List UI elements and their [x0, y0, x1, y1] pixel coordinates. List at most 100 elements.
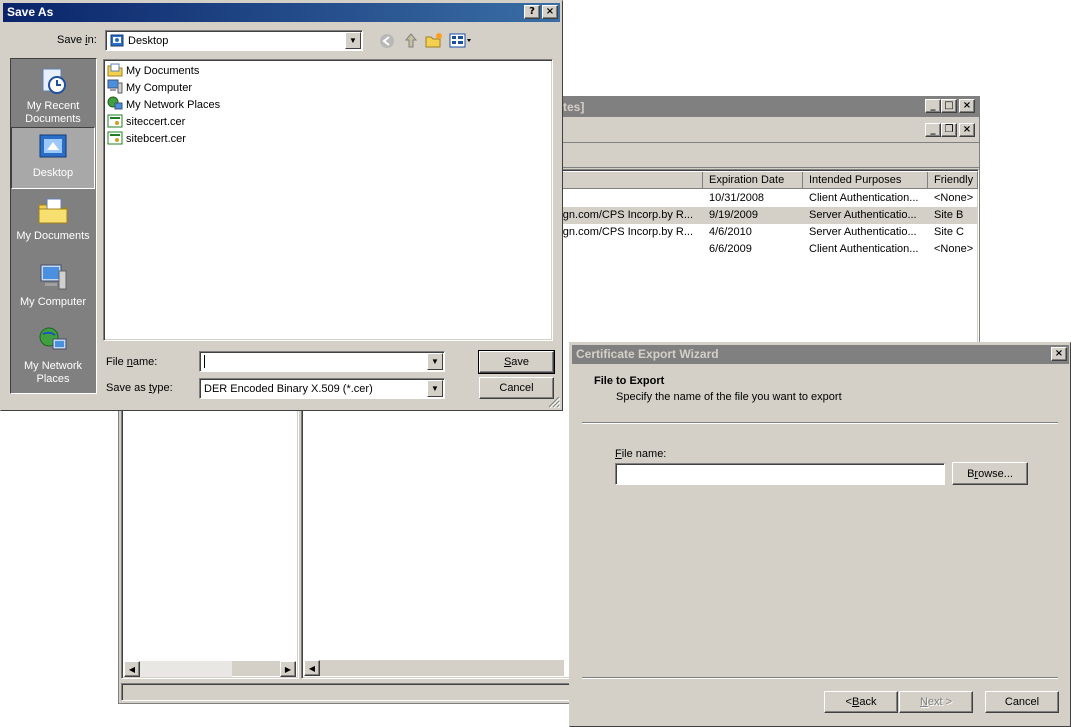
view-menu-icon[interactable]	[449, 32, 473, 49]
save-in-label: Save in:	[57, 34, 97, 46]
up-folder-icon[interactable]	[403, 32, 419, 49]
computer-icon	[107, 79, 123, 97]
wizard-close-button[interactable]: ×	[1051, 347, 1067, 361]
list-item[interactable]: siteccert.cer	[107, 114, 185, 130]
friendly-name-cell: Site C	[934, 226, 964, 238]
recent-documents-icon	[37, 65, 69, 97]
save-button[interactable]: Save	[478, 350, 555, 374]
file-name-combo[interactable]: ▼	[199, 351, 445, 372]
expiration-cell: 4/6/2010	[709, 226, 752, 238]
list-scroll-left-button[interactable]: ◀	[304, 660, 320, 676]
wizard-cancel-button[interactable]: Cancel	[985, 691, 1059, 713]
console-maximize-button[interactable]: □	[941, 99, 957, 113]
chevron-down-icon[interactable]: ▼	[345, 32, 361, 49]
save-as-dialog: Save As ? × Save in: Desktop ▼ My Recent…	[0, 0, 563, 411]
file-name: siteccert.cer	[126, 116, 186, 128]
purposes-cell: Server Authenticatio...	[809, 226, 917, 238]
certificate-icon	[107, 114, 123, 131]
back-icon[interactable]	[379, 33, 395, 49]
list-horizontal-scrollbar[interactable]: ◀	[304, 660, 564, 676]
save-as-title-bar: Save As ? ×	[3, 3, 560, 22]
tree-scroll-right-button[interactable]: ▶	[280, 661, 296, 677]
place-label: My Recent Documents	[25, 100, 81, 125]
purposes-cell: Server Authenticatio...	[809, 209, 917, 221]
console-minimize-button[interactable]: _	[925, 99, 941, 113]
friendly-name-cell: <None>	[934, 243, 974, 255]
column-header-purposes[interactable]: Intended Purposes	[803, 172, 928, 189]
expiration-cell: 9/19/2009	[709, 209, 758, 221]
new-folder-icon[interactable]	[425, 32, 443, 49]
desktop-icon	[110, 34, 124, 48]
child-restore-button[interactable]: ❐	[941, 123, 957, 137]
expiration-cell: 6/6/2009	[709, 243, 752, 255]
file-name: My Computer	[126, 82, 193, 94]
place-my-documents[interactable]: My Documents	[11, 193, 95, 255]
wizard-file-name-label: File name:	[615, 448, 667, 460]
expiration-cell: 10/31/2008	[709, 192, 765, 204]
wizard-header-panel: File to Export Specify the name of the f…	[572, 364, 1068, 422]
place-label: Desktop	[32, 167, 74, 179]
file-name: sitebcert.cer	[126, 133, 186, 145]
file-list[interactable]: My Documents My Computer My Network Plac…	[103, 59, 553, 341]
child-minimize-button[interactable]: _	[925, 123, 941, 137]
column-header-friendly-name[interactable]: Friendly N	[928, 172, 978, 189]
save-as-title: Save As	[7, 5, 54, 19]
file-name: My Documents	[126, 65, 200, 77]
save-in-value: Desktop	[128, 34, 169, 47]
chevron-down-icon[interactable]: ▼	[427, 380, 443, 397]
child-close-button[interactable]: ×	[959, 123, 975, 137]
my-computer-icon	[37, 261, 69, 293]
network-places-icon	[37, 325, 69, 357]
next-button[interactable]: Next >	[899, 691, 973, 713]
purposes-cell: Client Authentication...	[809, 192, 919, 204]
cancel-button[interactable]: Cancel	[479, 377, 554, 399]
desktop-icon	[37, 132, 69, 164]
friendly-name-cell: <None>	[934, 192, 974, 204]
list-item[interactable]: My Computer	[107, 79, 193, 97]
wizard-subheading: Specify the name of the file you want to…	[616, 391, 842, 403]
file-name: My Network Places	[126, 99, 221, 111]
wizard-title: Certificate Export Wizard	[576, 347, 719, 361]
tree-scroll-track[interactable]	[140, 661, 232, 677]
list-item[interactable]: sitebcert.cer	[107, 131, 186, 147]
tree-scroll-left-button[interactable]: ◀	[124, 661, 140, 677]
file-name-label: File name:	[106, 356, 158, 368]
save-as-type-combo[interactable]: DER Encoded Binary X.509 (*.cer) ▼	[199, 378, 445, 399]
certificate-export-wizard: Certificate Export Wizard × File to Expo…	[569, 342, 1071, 727]
footer-divider	[582, 677, 1058, 679]
list-item[interactable]: My Documents	[107, 63, 199, 79]
wizard-file-name-input[interactable]	[615, 463, 945, 485]
place-recent-documents[interactable]: My Recent Documents	[11, 63, 95, 125]
console-close-button[interactable]: ×	[959, 99, 975, 113]
place-label: My Network Places	[23, 360, 83, 385]
list-item[interactable]: My Network Places	[107, 96, 221, 114]
text-cursor	[204, 355, 205, 368]
back-button[interactable]: < Back	[824, 691, 898, 713]
help-button[interactable]: ?	[524, 5, 540, 19]
purposes-cell: Client Authentication...	[809, 243, 919, 255]
places-bar: My Recent Documents Desktop My Documents…	[10, 58, 97, 394]
save-in-combo[interactable]: Desktop ▼	[105, 30, 363, 51]
friendly-name-cell: Site B	[934, 209, 964, 221]
save-as-type-value: DER Encoded Binary X.509 (*.cer)	[204, 382, 373, 395]
place-desktop[interactable]: Desktop	[11, 127, 95, 189]
place-label: My Computer	[19, 296, 87, 308]
certificate-icon	[107, 131, 123, 148]
network-icon	[107, 96, 123, 114]
place-label: My Documents	[16, 230, 90, 242]
save-as-type-label: Save as type:	[106, 382, 173, 394]
browse-button[interactable]: Br owse...	[952, 462, 1028, 485]
chevron-down-icon[interactable]: ▼	[427, 353, 443, 370]
resize-grip-icon[interactable]	[548, 396, 561, 409]
close-button[interactable]: ×	[542, 5, 558, 19]
my-documents-icon	[37, 195, 69, 227]
wizard-heading: File to Export	[594, 375, 665, 387]
place-network-places[interactable]: My Network Places	[11, 323, 95, 389]
tree-horizontal-scrollbar[interactable]: ◀ ▶	[124, 660, 296, 677]
place-my-computer[interactable]: My Computer	[11, 259, 95, 321]
wizard-title-bar: Certificate Export Wizard ×	[572, 345, 1069, 364]
folder-icon	[107, 63, 123, 80]
header-divider	[582, 422, 1058, 424]
console-title-text: tes]	[563, 100, 585, 114]
column-header-expiration[interactable]: Expiration Date	[703, 172, 803, 189]
